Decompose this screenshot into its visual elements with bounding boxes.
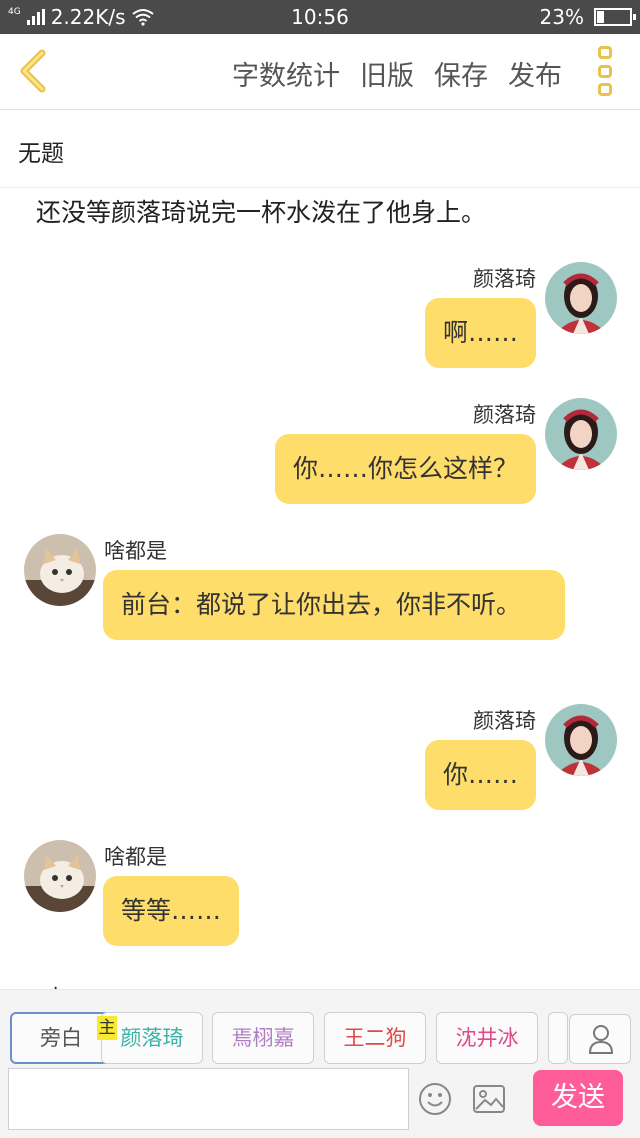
back-button[interactable] (14, 48, 54, 94)
smiley-icon (419, 1083, 451, 1115)
save-button[interactable]: 保存 (434, 54, 488, 93)
battery-percent: 23% (539, 5, 584, 29)
speaker-name: 啥都是 (104, 539, 167, 563)
avatar-cat[interactable] (24, 840, 96, 912)
title-field[interactable]: 无题 (0, 110, 640, 188)
battery-icon (594, 8, 636, 26)
character-tab[interactable]: 焉栩嘉 (212, 1012, 314, 1064)
status-bar: 4G 2.22K/s 10:56 23% (0, 0, 640, 34)
emoji-button[interactable] (418, 1082, 452, 1116)
girl-avatar-icon (545, 704, 617, 776)
editor-toolbar: 字数统计 旧版 保存 发布 (0, 34, 640, 110)
image-icon (473, 1085, 505, 1113)
character-tab[interactable]: 王二狗 (324, 1012, 426, 1064)
send-button[interactable]: 发送 (533, 1070, 623, 1126)
main-character-badge: 主 (97, 1016, 117, 1040)
image-button[interactable] (472, 1084, 506, 1114)
speaker-name: 颜落琦 (473, 709, 536, 733)
message-bubble[interactable]: 你……你怎么这样？ (274, 434, 536, 504)
message-bubble[interactable]: 等等…… (103, 876, 240, 946)
old-version-button[interactable]: 旧版 (360, 54, 414, 93)
girl-avatar-icon (545, 398, 617, 470)
toolbar-actions: 字数统计 旧版 保存 发布 (232, 54, 562, 93)
more-vertical-icon[interactable] (598, 46, 614, 96)
character-tab-overflow[interactable] (548, 1012, 568, 1064)
avatar-girl[interactable] (545, 262, 617, 334)
status-right: 23% (539, 5, 636, 29)
composer-bar: 旁白 颜落琦 主 焉栩嘉 王二狗 沈井冰 发送 (0, 989, 640, 1138)
narration-text-partial: 占 (44, 979, 68, 989)
narration-text[interactable]: 还没等颜落琦说完一杯水泼在了他身上。 (36, 193, 486, 229)
word-count-button[interactable]: 字数统计 (232, 54, 340, 93)
cat-avatar-icon (24, 534, 96, 606)
user-icon (588, 1025, 614, 1054)
character-tab[interactable]: 沈井冰 (436, 1012, 538, 1064)
speaker-name: 啥都是 (104, 845, 167, 869)
avatar-girl[interactable] (545, 704, 617, 776)
message-bubble[interactable]: 啊…… (424, 298, 536, 368)
avatar-cat[interactable] (24, 534, 96, 606)
message-bubble[interactable]: 前台：都说了让你出去，你非不听。 (103, 570, 565, 640)
avatar-girl[interactable] (545, 398, 617, 470)
cat-avatar-icon (24, 840, 96, 912)
page-title: 无题 (18, 141, 64, 167)
add-character-button[interactable] (569, 1014, 631, 1064)
chat-editor-screen: 4G 2.22K/s 10:56 23% 字数统计 旧版 保存 发布 无题 还没… (0, 0, 640, 1138)
speaker-name: 颜落琦 (473, 403, 536, 427)
speaker-name: 颜落琦 (473, 267, 536, 291)
girl-avatar-icon (545, 262, 617, 334)
message-input[interactable] (8, 1068, 409, 1130)
chevron-left-icon (20, 49, 46, 93)
publish-button[interactable]: 发布 (508, 54, 562, 93)
chat-area: 还没等颜落琦说完一杯水泼在了他身上。 颜落琦 啊…… 颜落琦 你……你怎么这样？… (0, 189, 640, 989)
message-bubble[interactable]: 你…… (424, 740, 536, 810)
